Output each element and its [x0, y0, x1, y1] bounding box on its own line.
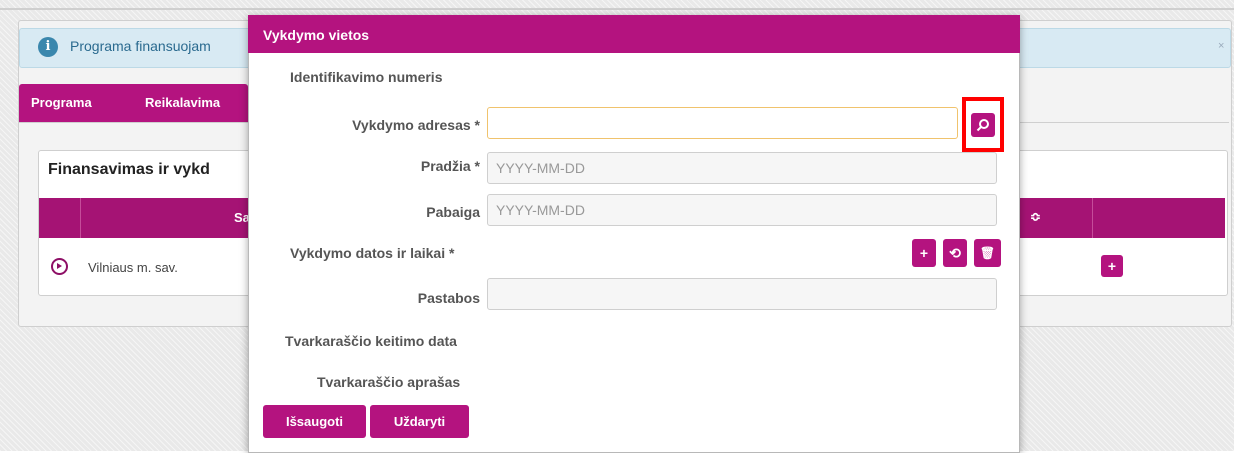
table-header-divider [80, 198, 81, 238]
schedule-description-label: Tvarkaraščio aprašas [317, 374, 461, 390]
info-close-icon[interactable]: × [1218, 40, 1224, 52]
id-number-label: Identifikavimo numeris [290, 69, 443, 85]
address-label: Vykdymo adresas * [352, 117, 480, 133]
close-button[interactable]: Uždaryti [370, 405, 469, 438]
notes-label: Pastabos [417, 290, 480, 306]
end-date-label: Pabaiga [426, 204, 480, 220]
delete-datetime-button[interactable]: 🗑 [974, 239, 1001, 267]
tab-programa[interactable]: Programa [19, 84, 141, 122]
info-alert-text: Programa finansuojam [70, 38, 211, 54]
info-icon: i [38, 37, 58, 57]
add-datetime-button[interactable]: + [912, 239, 936, 267]
datetimes-label: Vykdymo datos ir laikai * [290, 245, 455, 261]
start-date-input[interactable] [487, 152, 997, 184]
row-add-button[interactable]: + [1101, 255, 1123, 277]
highlight-box [962, 97, 1004, 152]
table-header-divider [1092, 198, 1093, 238]
schedule-change-date-label: Tvarkaraščio keitimo data [285, 333, 457, 349]
tab-reikalavimai[interactable]: Reikalavima [133, 84, 248, 122]
sort-icon[interactable]: ≎ [1030, 209, 1041, 225]
table-cell: Vilniaus m. sav. [88, 260, 178, 275]
save-button[interactable]: Išsaugoti [263, 405, 366, 438]
card-title: Finansavimas ir vykd [48, 161, 210, 178]
notes-input[interactable] [487, 278, 997, 310]
start-date-label: Pradžia * [420, 158, 480, 174]
end-date-input[interactable] [487, 194, 997, 226]
address-input[interactable] [487, 107, 958, 139]
top-divider [0, 8, 1234, 10]
modal-title: Vykdymo vietos [263, 27, 370, 43]
refresh-datetime-button[interactable]: ⟲ [943, 239, 967, 267]
expand-row-icon[interactable] [51, 258, 68, 275]
